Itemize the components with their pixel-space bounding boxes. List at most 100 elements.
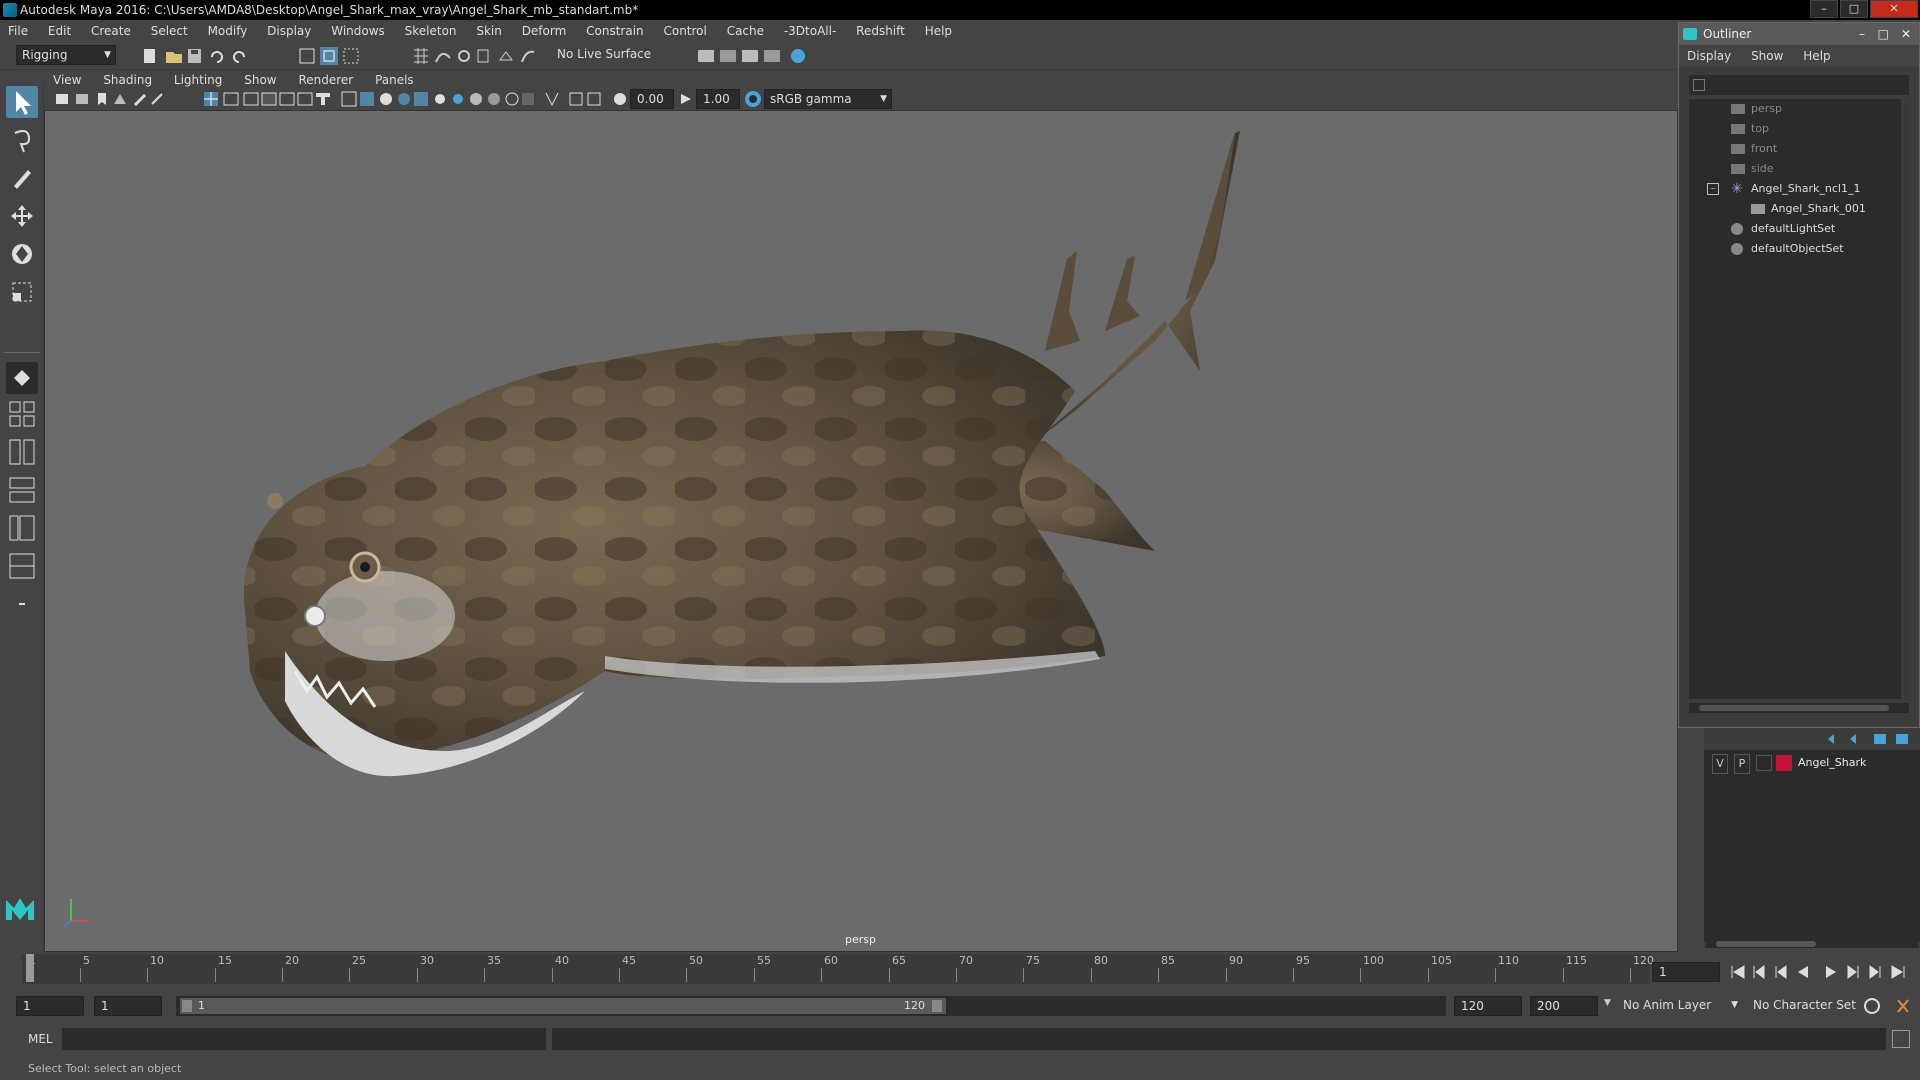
menu-help[interactable]: Help <box>917 20 960 42</box>
new-layer-selected-icon <box>1896 734 1908 744</box>
outliner-item-default-light-set[interactable]: defaultLightSet <box>1689 219 1899 239</box>
anim-layer-dropdown[interactable]: No Anim Layer ▼ <box>1618 996 1742 1016</box>
range-slider-handle[interactable]: 1 120 <box>180 998 946 1014</box>
outliner-minimize-button[interactable]: – <box>1859 23 1865 45</box>
current-frame-field[interactable]: 1 <box>1652 962 1720 982</box>
outliner-menu-show[interactable]: Show <box>1743 45 1791 67</box>
close-button[interactable]: ✕ <box>1870 0 1918 18</box>
camera-attributes-icon <box>76 94 88 104</box>
menu-file[interactable]: File <box>0 20 36 42</box>
script-editor-icon[interactable] <box>1892 1030 1910 1048</box>
persp-graph-layout-button[interactable] <box>6 474 38 506</box>
menu-skeleton[interactable]: Skeleton <box>397 20 465 42</box>
character-set-dropdown[interactable]: No Character Set <box>1748 996 1858 1016</box>
color-management-icon[interactable] <box>744 90 762 108</box>
live-surface-field[interactable]: No Live Surface <box>552 45 656 65</box>
menu-redshift[interactable]: Redshift <box>848 20 913 42</box>
menu-modify[interactable]: Modify <box>200 20 256 42</box>
menu-set-dropdown[interactable]: Rigging ▼ <box>16 45 116 65</box>
step-forward-frame-icon <box>1847 965 1859 979</box>
menu-3dtoall[interactable]: -3DtoAll- <box>776 20 844 42</box>
playback-start-field[interactable]: 1 <box>94 996 162 1016</box>
viewport-menu-lighting[interactable]: Lighting <box>165 70 232 90</box>
scrollbar-thumb[interactable] <box>1699 705 1889 711</box>
outliner-item-persp[interactable]: persp <box>1689 99 1899 119</box>
outliner-item-top[interactable]: top <box>1689 119 1899 139</box>
persp-outliner-layout-button[interactable] <box>6 512 38 544</box>
view-transform-dropdown[interactable]: sRGB gamma ▼ <box>764 89 892 109</box>
range-slider-track[interactable]: 1 120 <box>176 996 1446 1016</box>
scene-end-field[interactable]: 200 <box>1530 996 1598 1016</box>
outliner-item-angel-shark-ncl[interactable]: – ✳ Angel_Shark_ncl1_1 <box>1689 179 1899 199</box>
rotate-tool-button[interactable] <box>6 238 38 270</box>
select-tool-button[interactable] <box>6 86 38 118</box>
outliner-menu-display[interactable]: Display <box>1679 45 1739 67</box>
move-tool-button[interactable] <box>6 200 38 232</box>
outliner-item-angel-shark-mesh[interactable]: Angel_Shark_001 <box>1689 199 1899 219</box>
layer-type-toggle[interactable] <box>1756 755 1772 771</box>
menu-cache[interactable]: Cache <box>719 20 772 42</box>
viewport-menu-view[interactable]: View <box>44 70 90 90</box>
more-layouts-button[interactable] <box>6 588 38 620</box>
outliner-horizontal-scrollbar[interactable] <box>1689 703 1909 713</box>
timeline-tick <box>552 968 553 982</box>
outliner-menu-help[interactable]: Help <box>1795 45 1838 67</box>
playback-end-field[interactable]: 120 <box>1454 996 1522 1016</box>
layer-visibility-toggle[interactable]: V <box>1712 754 1728 774</box>
layer-color-swatch[interactable] <box>1776 755 1792 771</box>
current-time-indicator[interactable] <box>26 954 34 982</box>
go-to-start-icon <box>1731 965 1745 979</box>
step-forward-key-icon <box>1869 965 1881 979</box>
layer-playback-toggle[interactable]: P <box>1734 754 1750 774</box>
persp-viewport[interactable]: persp <box>44 110 1678 952</box>
outliner-maximize-button[interactable]: □ <box>1878 23 1889 45</box>
range-start-grip[interactable] <box>182 1000 192 1012</box>
single-pane-layout-button[interactable] <box>6 362 38 394</box>
command-language-label[interactable]: MEL <box>28 1026 53 1052</box>
layer-row[interactable]: V P Angel_Shark <box>1704 754 1920 774</box>
maximize-button[interactable]: □ <box>1840 0 1868 18</box>
scrollbar-thumb[interactable] <box>1716 941 1816 947</box>
outliner-search-field[interactable] <box>1689 75 1909 95</box>
viewport-menu-show[interactable]: Show <box>235 70 285 90</box>
scale-tool-button[interactable] <box>6 276 38 308</box>
camera-icon <box>1731 124 1745 134</box>
viewport-menu-renderer[interactable]: Renderer <box>289 70 362 90</box>
menu-deform[interactable]: Deform <box>514 20 575 42</box>
timeline-tick <box>686 968 687 982</box>
menu-windows[interactable]: Windows <box>323 20 393 42</box>
menu-edit[interactable]: Edit <box>40 20 79 42</box>
menu-skin[interactable]: Skin <box>468 20 510 42</box>
scene-start-field[interactable]: 1 <box>16 996 84 1016</box>
exposure-icon <box>614 93 626 105</box>
exposure-field[interactable]: 0.00 <box>630 89 674 109</box>
smooth-shade-icon <box>360 92 374 106</box>
side-by-side-layout-button[interactable] <box>6 436 38 468</box>
range-end-grip[interactable] <box>932 1000 942 1012</box>
menu-constrain[interactable]: Constrain <box>578 20 652 42</box>
timeline-tick <box>80 968 81 982</box>
four-pane-layout-button[interactable] <box>6 398 38 430</box>
gamma-field[interactable]: 1.00 <box>696 89 740 109</box>
menu-display[interactable]: Display <box>259 20 319 42</box>
paint-select-tool-button[interactable] <box>6 162 38 194</box>
timeline-tick <box>215 968 216 982</box>
lasso-tool-button[interactable] <box>6 124 38 156</box>
time-ruler[interactable]: 1510152025303540455055606570758085909510… <box>22 954 1654 984</box>
layer-scrollbar[interactable] <box>1706 940 1918 948</box>
outliner-vertical-scrollbar[interactable] <box>1901 99 1909 699</box>
outliner-layout-button[interactable] <box>6 550 38 582</box>
viewport-menu-panels[interactable]: Panels <box>366 70 423 90</box>
range-toolbar <box>1864 998 1909 1014</box>
menu-control[interactable]: Control <box>655 20 714 42</box>
outliner-item-side[interactable]: side <box>1689 159 1899 179</box>
minimize-button[interactable]: – <box>1810 0 1838 18</box>
outliner-item-default-object-set[interactable]: defaultObjectSet <box>1689 239 1899 259</box>
menu-create[interactable]: Create <box>83 20 139 42</box>
viewport-menu-shading[interactable]: Shading <box>94 70 161 90</box>
command-input[interactable] <box>62 1028 546 1050</box>
menu-select[interactable]: Select <box>143 20 196 42</box>
collapse-icon[interactable]: – <box>1707 183 1719 195</box>
outliner-item-front[interactable]: front <box>1689 139 1899 159</box>
outliner-close-button[interactable]: ✕ <box>1901 23 1911 45</box>
